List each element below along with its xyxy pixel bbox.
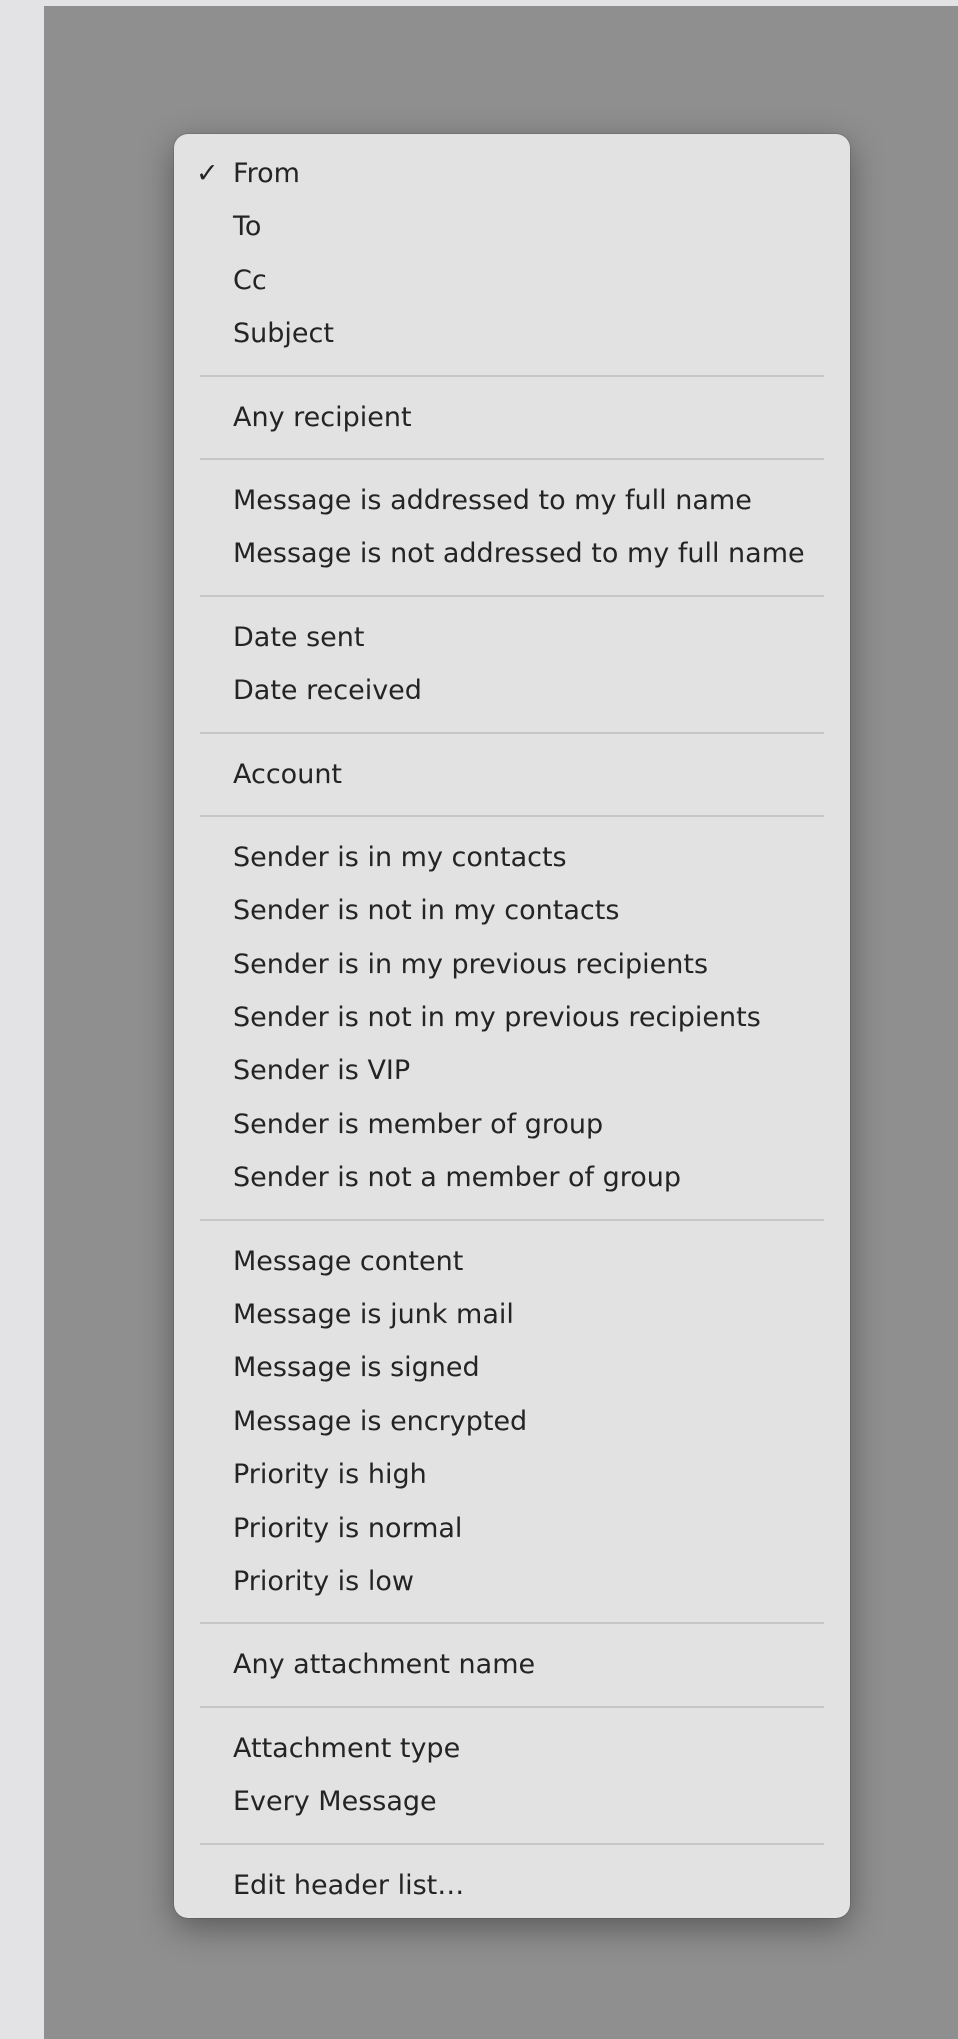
menu-item-sender-in-contacts[interactable]: Sender is in my contacts [174, 831, 850, 884]
menu-item-sender-not-member-of-group[interactable]: Sender is not a member of group [174, 1151, 850, 1204]
menu-separator [174, 581, 850, 611]
menu-item-to[interactable]: To [174, 200, 850, 253]
menu-item-label: Date received [233, 675, 422, 707]
menu-item-label: Any recipient [233, 401, 412, 433]
checkmark-icon: ✓ [196, 158, 219, 189]
menu-item-label: Message content [233, 1245, 464, 1277]
menu-item-label: From [233, 158, 300, 189]
menu-item-label: Sender is VIP [233, 1055, 411, 1087]
menu-item-not-addressed-to-full-name[interactable]: Message is not addressed to my full name [174, 527, 850, 580]
menu-item-subject[interactable]: Subject [174, 307, 850, 360]
menu-item-label: Sender is not in my contacts [233, 895, 620, 927]
menu-item-message-is-encrypted[interactable]: Message is encrypted [174, 1395, 850, 1448]
menu-item-label: Priority is high [233, 1459, 427, 1491]
menu-item-label: Attachment type [233, 1732, 461, 1764]
menu-item-priority-high[interactable]: Priority is high [174, 1448, 850, 1501]
menu-item-label: Message is signed [233, 1352, 480, 1384]
menu-item-account[interactable]: Account [174, 748, 850, 801]
menu-item-label: Every Message [233, 1786, 437, 1818]
menu-item-label: To [233, 211, 262, 243]
menu-item-date-sent[interactable]: Date sent [174, 611, 850, 664]
menu-item-any-attachment-name[interactable]: Any attachment name [174, 1638, 850, 1691]
menu-item-label: Sender is member of group [233, 1108, 604, 1140]
menu-item-from[interactable]: ✓ From [174, 147, 850, 200]
menu-item-label: Cc [233, 264, 267, 296]
menu-item-priority-low[interactable]: Priority is low [174, 1555, 850, 1608]
menu-separator [174, 718, 850, 748]
menu-item-any-recipient[interactable]: Any recipient [174, 391, 850, 444]
menu-separator [174, 801, 850, 831]
menu-item-label: Sender is in my contacts [233, 841, 567, 873]
menu-item-label: Date sent [233, 621, 365, 653]
menu-item-label: Subject [233, 318, 334, 350]
menu-item-label: Message is not addressed to my full name [233, 538, 805, 570]
menu-separator [174, 361, 850, 391]
menu-item-label: Sender is in my previous recipients [233, 948, 709, 980]
menu-item-label: Any attachment name [233, 1649, 536, 1681]
menu-item-label: Message is junk mail [233, 1299, 514, 1331]
menu-separator [174, 1205, 850, 1235]
menu-item-label: Sender is not in my previous recipients [233, 1002, 761, 1034]
menu-separator [174, 1692, 850, 1722]
menu-item-sender-not-in-contacts[interactable]: Sender is not in my contacts [174, 884, 850, 937]
menu-item-attachment-type[interactable]: Attachment type [174, 1722, 850, 1775]
menu-separator [174, 444, 850, 474]
menu-separator [174, 1829, 850, 1859]
menu-item-label: Account [233, 758, 343, 790]
menu-item-sender-member-of-group[interactable]: Sender is member of group [174, 1098, 850, 1151]
menu-separator [174, 1608, 850, 1638]
menu-item-label: Priority is normal [233, 1512, 463, 1544]
menu-item-label: Sender is not a member of group [233, 1162, 682, 1194]
menu-item-message-is-junk[interactable]: Message is junk mail [174, 1288, 850, 1341]
menu-item-addressed-to-full-name[interactable]: Message is addressed to my full name [174, 474, 850, 527]
menu-item-date-received[interactable]: Date received [174, 664, 850, 717]
menu-item-every-message[interactable]: Every Message [174, 1775, 850, 1828]
menu-item-label: Message is encrypted [233, 1405, 528, 1437]
menu-item-sender-not-in-previous-recipients[interactable]: Sender is not in my previous recipients [174, 991, 850, 1044]
menu-item-priority-normal[interactable]: Priority is normal [174, 1502, 850, 1555]
menu-item-sender-in-previous-recipients[interactable]: Sender is in my previous recipients [174, 938, 850, 991]
menu-item-edit-header-list[interactable]: Edit header list… [174, 1859, 850, 1912]
menu-item-sender-is-vip[interactable]: Sender is VIP [174, 1044, 850, 1097]
criteria-popup-menu: ✓ From To Cc Subject Any recipient Messa… [174, 134, 850, 1918]
menu-item-label: Edit header list… [233, 1869, 465, 1901]
menu-item-cc[interactable]: Cc [174, 254, 850, 307]
menu-item-message-is-signed[interactable]: Message is signed [174, 1341, 850, 1394]
menu-item-message-content[interactable]: Message content [174, 1235, 850, 1288]
menu-item-label: Message is addressed to my full name [233, 484, 752, 516]
menu-item-label: Priority is low [233, 1565, 414, 1597]
